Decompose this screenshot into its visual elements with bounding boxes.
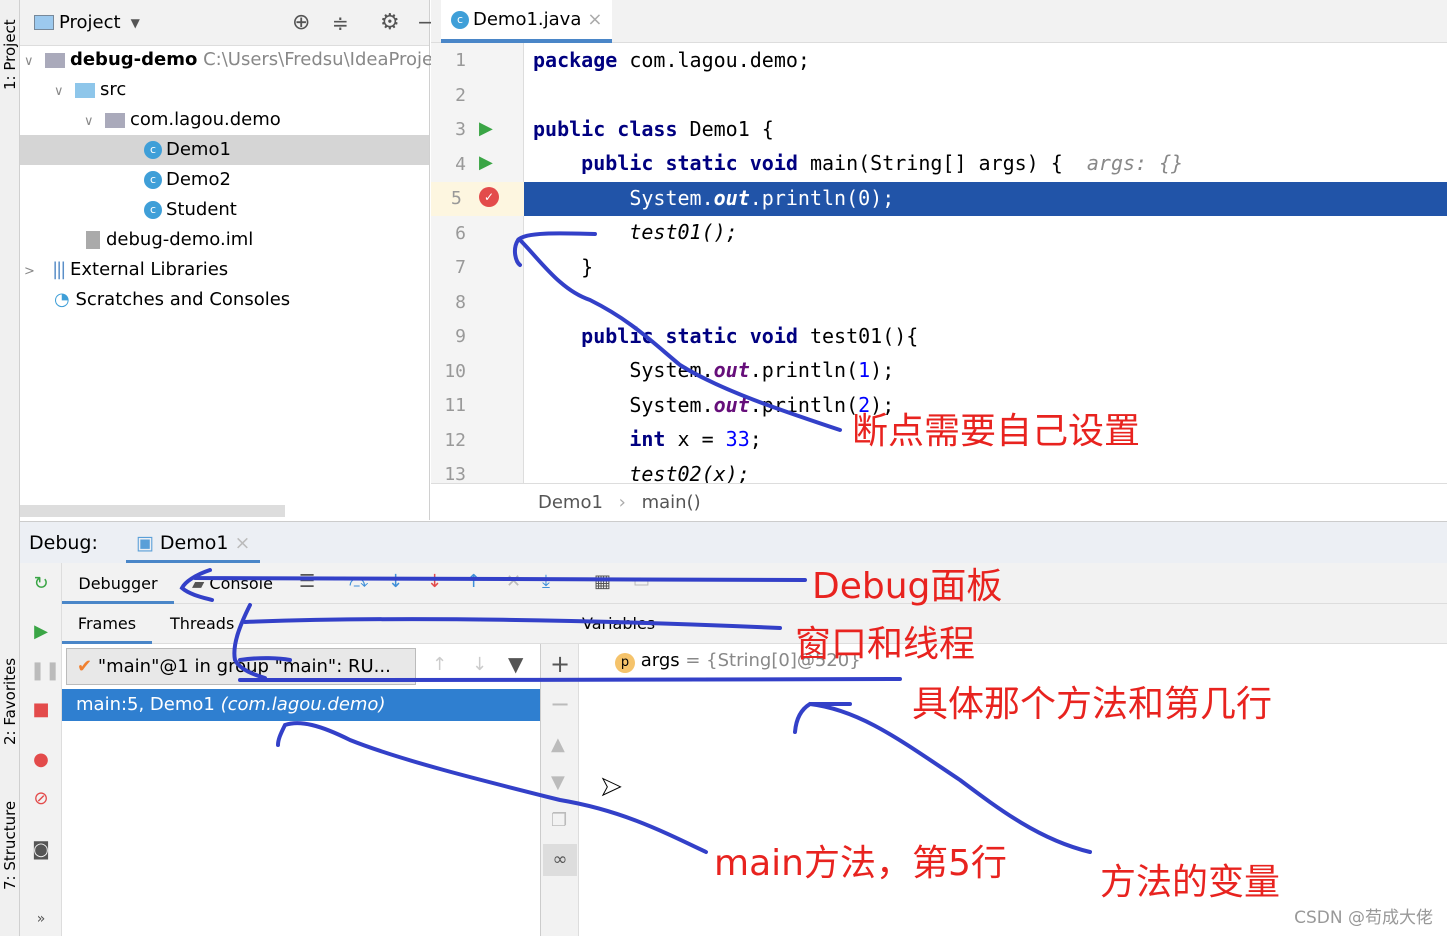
annotation-variables: 方法的变量 (1100, 862, 1281, 903)
watermark: CSDN @苟成大佬 (1294, 908, 1433, 928)
annotation-stroke (232, 603, 782, 680)
annotation-ink (179, 231, 1092, 854)
annotation-method-line: 具体那个方法和第几行 (912, 684, 1273, 725)
mouse-cursor-icon: ➤ (600, 772, 623, 803)
annotation-breakpoint: 断点需要自己设置 (852, 411, 1141, 452)
annotation-stroke (512, 231, 842, 432)
annotation-stroke (179, 568, 807, 602)
annotation-debug-panel: Debug面板 (812, 566, 1003, 607)
annotation-stroke (276, 721, 708, 854)
annotation-main-line5: main方法，第5行 (714, 843, 1007, 884)
annotation-windows-threads: 窗口和线程 (795, 624, 976, 665)
